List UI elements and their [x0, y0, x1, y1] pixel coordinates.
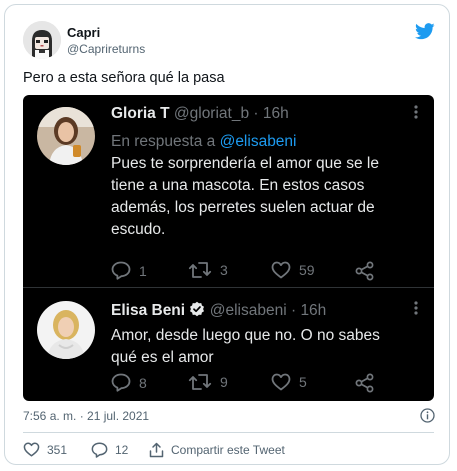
reply-action-reply: 8 — [111, 373, 147, 392]
reply-to-mention: @elisabeni — [219, 133, 297, 150]
twitter-bird-icon[interactable] — [415, 23, 435, 41]
retweet-icon — [188, 374, 212, 390]
retweet-count: 9 — [220, 374, 228, 390]
more-icon — [414, 301, 418, 317]
reply-action-like: 5 — [271, 373, 307, 391]
retweet-icon — [188, 262, 212, 278]
reply-body: Amor, desde luego que no. O no sabes qué… — [111, 325, 421, 369]
like-count: 59 — [299, 262, 315, 278]
author-avatar[interactable] — [23, 21, 61, 59]
tweet-footer: 351 12 Compartir este Tweet — [23, 442, 443, 462]
reply-count: 8 — [139, 374, 147, 391]
reply-body: En respuesta a @elisabeni Pues te sorpre… — [111, 131, 421, 241]
reply-header: Elisa Beni @elisabeni · 16h — [111, 301, 326, 322]
reply-action-like: 59 — [271, 261, 315, 279]
like-count: 5 — [299, 374, 307, 390]
reply-author-handle: @gloriat_b — [173, 105, 250, 122]
share-icon — [355, 373, 374, 393]
reply-icon — [111, 261, 131, 280]
reply-text-line: Amor, desde luego que no. O no sabes — [111, 327, 380, 344]
reply-action-share — [355, 261, 375, 281]
reply-action-share — [355, 373, 375, 393]
reply-action-retweet: 3 — [188, 261, 228, 279]
reply-action-reply: 1 — [111, 261, 147, 280]
reply-action-retweet: 9 — [188, 373, 228, 391]
heart-icon — [23, 442, 40, 457]
reply-button[interactable]: 12 — [91, 442, 128, 458]
tweet-card: Capri @Caprireturns Pero a esta señora q… — [4, 4, 450, 465]
retweet-count: 3 — [220, 262, 228, 278]
reply-text-line: escudo. — [111, 221, 166, 238]
verified-badge-icon — [189, 301, 205, 322]
share-icon — [149, 442, 164, 458]
like-count: 351 — [47, 442, 68, 457]
reply-text-line: tiene a una mascota. En estos casos — [111, 177, 365, 194]
heart-icon — [271, 373, 291, 391]
reply-author-name: Elisa Beni — [111, 302, 186, 319]
reply-to-line: En respuesta a @elisabeni — [111, 131, 421, 153]
reply-to-prefix: En respuesta a — [111, 133, 220, 150]
reply-avatar-gloria — [37, 107, 95, 165]
reply-text-line: qué es el amor — [111, 349, 214, 366]
reply-header: Gloria T @gloriat_b · 16h — [111, 105, 289, 123]
like-button[interactable]: 351 — [23, 442, 67, 457]
embedded-screenshot[interactable]: Gloria T @gloriat_b · 16h En respuesta a… — [23, 95, 434, 401]
reply-author-name: Gloria T — [111, 105, 170, 122]
reply-text-line: además, los perretes suelen actuar de — [111, 199, 375, 216]
reply-separator: · — [253, 105, 259, 122]
author-handle[interactable]: @Caprireturns — [67, 42, 145, 56]
share-label: Compartir este Tweet — [171, 443, 285, 457]
reply-separator: · — [290, 302, 297, 319]
reply-icon — [91, 442, 108, 458]
tweet-datetime[interactable]: 7:56 a. m. · 21 jul. 2021 — [23, 409, 149, 423]
reply-author-handle: @elisabeni — [209, 302, 287, 319]
more-icon — [414, 105, 418, 121]
heart-icon — [271, 261, 291, 279]
info-icon[interactable] — [420, 408, 435, 423]
reply-time: 16h — [300, 302, 327, 319]
reply-actions: 8 9 5 — [111, 373, 411, 393]
reply-divider — [23, 287, 434, 288]
author-name[interactable]: Capri — [67, 25, 100, 40]
reply-avatar-elisa — [37, 301, 95, 359]
reply-text-line: Pues te sorprendería el amor que se le — [111, 155, 379, 172]
footer-divider — [23, 432, 434, 433]
reply-count: 1 — [139, 262, 147, 279]
tweet-text: Pero a esta señora qué la pasa — [23, 70, 225, 86]
reply-time: 16h — [262, 105, 289, 122]
share-icon — [355, 261, 374, 281]
reply-count: 12 — [115, 443, 129, 457]
reply-actions: 1 3 59 — [111, 261, 411, 281]
reply-icon — [111, 373, 131, 392]
share-button[interactable]: Compartir este Tweet — [149, 442, 285, 458]
